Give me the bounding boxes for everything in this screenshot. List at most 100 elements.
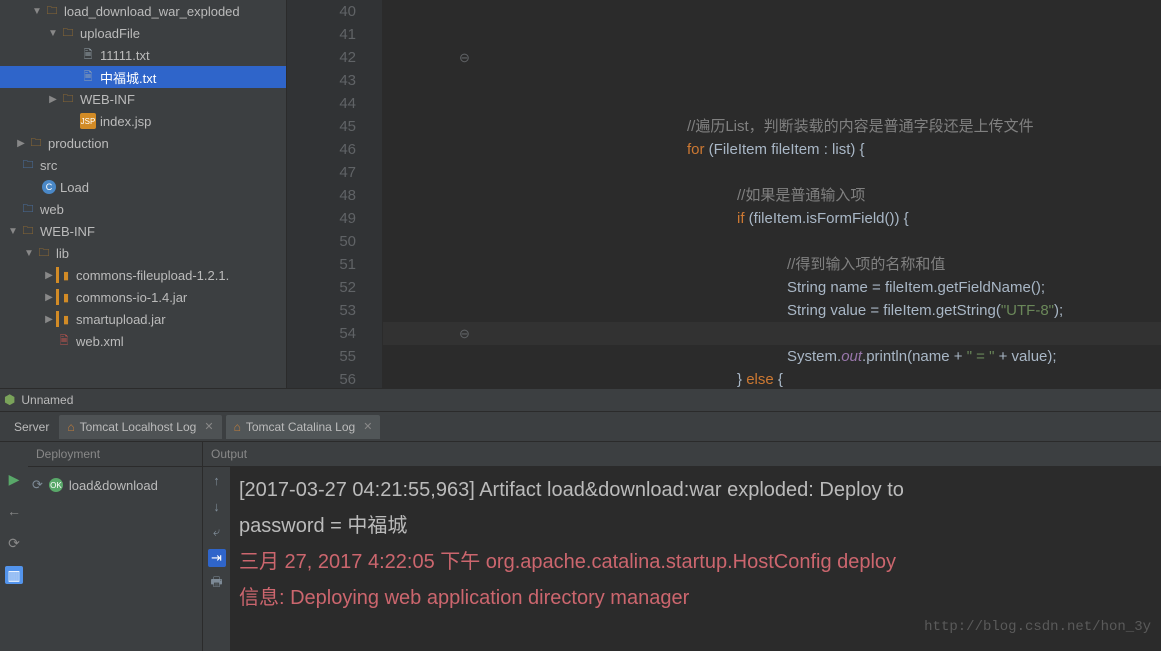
folder-icon: 🗀 (36, 245, 52, 261)
up-icon[interactable]: ↑ (208, 471, 226, 489)
tree-item-label: 中福城.txt (100, 68, 156, 87)
status-ok-icon: OK (49, 478, 63, 492)
line-number: 48 (287, 184, 356, 207)
code-line[interactable]: if (fileItem.isFormField()) { (383, 207, 1161, 230)
tree-item-label: WEB-INF (80, 92, 135, 107)
project-tree[interactable]: 🗀 load_download_war_exploded 🗀uploadFile 🗎 1… (0, 0, 287, 388)
fold-mark-icon[interactable]: ⊖ (459, 46, 470, 69)
code-line[interactable]: //遍历List，判断装载的内容是普通字段还是上传文件 (383, 115, 1161, 138)
folder-icon: 🗀 (60, 91, 76, 107)
code-line[interactable] (383, 92, 1161, 115)
tomcat-run-icon: ⬢ (4, 392, 15, 408)
tree-item-label: load_download_war_exploded (64, 4, 240, 19)
tree-item[interactable]: JSPindex.jsp (0, 110, 286, 132)
tree-item-label: smartupload.jar (76, 312, 166, 327)
gutter: 4041424344454647484950515253545556 (287, 0, 383, 388)
console-panel: Output ↑ ↓ ⤶ ⇥ 🖶 [2017-03-27 04:21:55,96… (203, 442, 1161, 651)
folder-icon: 🗀 (44, 3, 60, 19)
tree-item-label: 11111.txt (100, 48, 150, 63)
tree-item[interactable]: 🗀lib (0, 242, 286, 264)
tree-item[interactable]: 🗀uploadFile (0, 22, 286, 44)
tree-item-label: web.xml (76, 334, 124, 349)
console-line: 三月 27, 2017 4:22:05 下午 org.apache.catali… (239, 544, 1153, 580)
tree-item[interactable]: 🗀web (0, 198, 286, 220)
line-number: 42 (287, 46, 356, 69)
code-line[interactable]: //如果是普通输入项 (383, 184, 1161, 207)
expand-arrow-icon[interactable] (14, 138, 28, 149)
tree-item[interactable]: 🗀 WEB-INF (0, 88, 286, 110)
log-tab[interactable]: ⌂Tomcat Catalina Log✕ (226, 415, 381, 439)
soft-wrap-icon[interactable]: ⤶ (208, 523, 226, 541)
jar-icon: ▮ (56, 289, 72, 305)
down-icon[interactable]: ↓ (208, 497, 226, 515)
tree-item-label: commons-io-1.4.jar (76, 290, 187, 305)
layout-icon[interactable]: ▥ (5, 566, 23, 584)
expand-arrow-icon[interactable] (46, 94, 60, 105)
deployment-artifact-row[interactable]: ⟳ OK load&download (32, 473, 198, 497)
refresh-icon[interactable]: ⟳ (32, 477, 43, 493)
tree-item[interactable]: 🗎 web.xml (0, 330, 286, 352)
code-line[interactable]: String name = fileItem.getFieldName(); (383, 276, 1161, 299)
code-line[interactable] (383, 230, 1161, 253)
code-line[interactable] (383, 161, 1161, 184)
expand-arrow-icon[interactable] (42, 314, 56, 325)
expand-arrow-icon[interactable] (42, 270, 56, 281)
tree-item[interactable]: CLoad (0, 176, 286, 198)
stop-icon[interactable]: ← (5, 502, 23, 520)
run-config-bar: ⬢ Unnamed (0, 388, 1161, 412)
expand-arrow-icon[interactable] (6, 226, 20, 237)
code-line[interactable]: System.out.println(name + " = " + value)… (383, 345, 1161, 368)
output-header: Output (203, 442, 1161, 467)
tree-item-label: Load (60, 180, 89, 195)
tree-item[interactable]: 🗀 load_download_war_exploded (0, 0, 286, 22)
rerun-icon[interactable]: ▶ (5, 470, 23, 488)
expand-arrow-icon[interactable] (46, 28, 60, 39)
tree-item[interactable]: ▮commons-fileupload-1.2.1. (0, 264, 286, 286)
console-output[interactable]: [2017-03-27 04:21:55,963] Artifact load&… (231, 467, 1161, 651)
close-icon[interactable]: ✕ (204, 420, 213, 433)
tree-item[interactable]: ▮ commons-io-1.4.jar (0, 286, 286, 308)
line-number: 55 (287, 345, 356, 368)
line-number: 44 (287, 92, 356, 115)
run-config-name[interactable]: Unnamed (21, 393, 73, 407)
restart-icon[interactable]: ⟳ (5, 534, 23, 552)
folder-blue-icon: 🗀 (20, 157, 36, 173)
tree-item[interactable]: 🗀production (0, 132, 286, 154)
tree-item[interactable]: 🗀src (0, 154, 286, 176)
scroll-end-icon[interactable]: ⇥ (208, 549, 226, 567)
code-area[interactable]: ⊖ ⊖ //遍历List，判断装载的内容是普通字段还是上传文件for (File… (383, 0, 1161, 388)
tree-item[interactable]: 🗎 11111.txt (0, 44, 286, 66)
txt-icon: 🗎 (80, 47, 96, 63)
tree-item-label: commons-fileupload-1.2.1. (76, 268, 229, 283)
expand-arrow-icon[interactable] (42, 292, 56, 303)
code-line[interactable]: String value = fileItem.getString("UTF-8… (383, 299, 1161, 322)
code-line[interactable]: for (FileItem fileItem : list) { (383, 138, 1161, 161)
expand-arrow-icon[interactable] (22, 248, 36, 259)
expand-arrow-icon[interactable] (30, 6, 44, 17)
xml-icon: 🗎 (56, 333, 72, 349)
code-line[interactable]: //得到输入项的名称和值 (383, 253, 1161, 276)
code-line[interactable]: } else { (383, 368, 1161, 388)
close-icon[interactable]: ✕ (363, 420, 372, 433)
folder-icon: 🗀 (60, 25, 76, 41)
code-editor[interactable]: 4041424344454647484950515253545556 ⊖ ⊖ /… (287, 0, 1161, 388)
line-number: 41 (287, 23, 356, 46)
tab-label: Tomcat Localhost Log (80, 420, 197, 434)
server-tab-label[interactable]: Server (4, 420, 59, 434)
log-tab[interactable]: ⌂Tomcat Localhost Log✕ (59, 415, 221, 439)
txt-icon: 🗎 (80, 69, 96, 85)
tree-item[interactable]: ▮smartupload.jar (0, 308, 286, 330)
print-icon[interactable]: 🖶 (208, 575, 226, 593)
tree-item[interactable]: 🗎中福城.txt (0, 66, 286, 88)
folder-blue-icon: 🗀 (20, 201, 36, 217)
tree-item[interactable]: 🗀WEB-INF (0, 220, 286, 242)
line-number: 43 (287, 69, 356, 92)
deployment-panel: Deployment ⟳ OK load&download (28, 442, 203, 651)
fold-mark-icon[interactable]: ⊖ (459, 322, 470, 345)
line-number: 45 (287, 115, 356, 138)
tomcat-icon: ⌂ (234, 420, 241, 434)
watermark-text: http://blog.csdn.net/hon_3y (924, 609, 1151, 645)
folder-icon: 🗀 (20, 223, 36, 239)
tree-item-label: index.jsp (100, 114, 151, 129)
code-line[interactable] (383, 322, 1161, 345)
